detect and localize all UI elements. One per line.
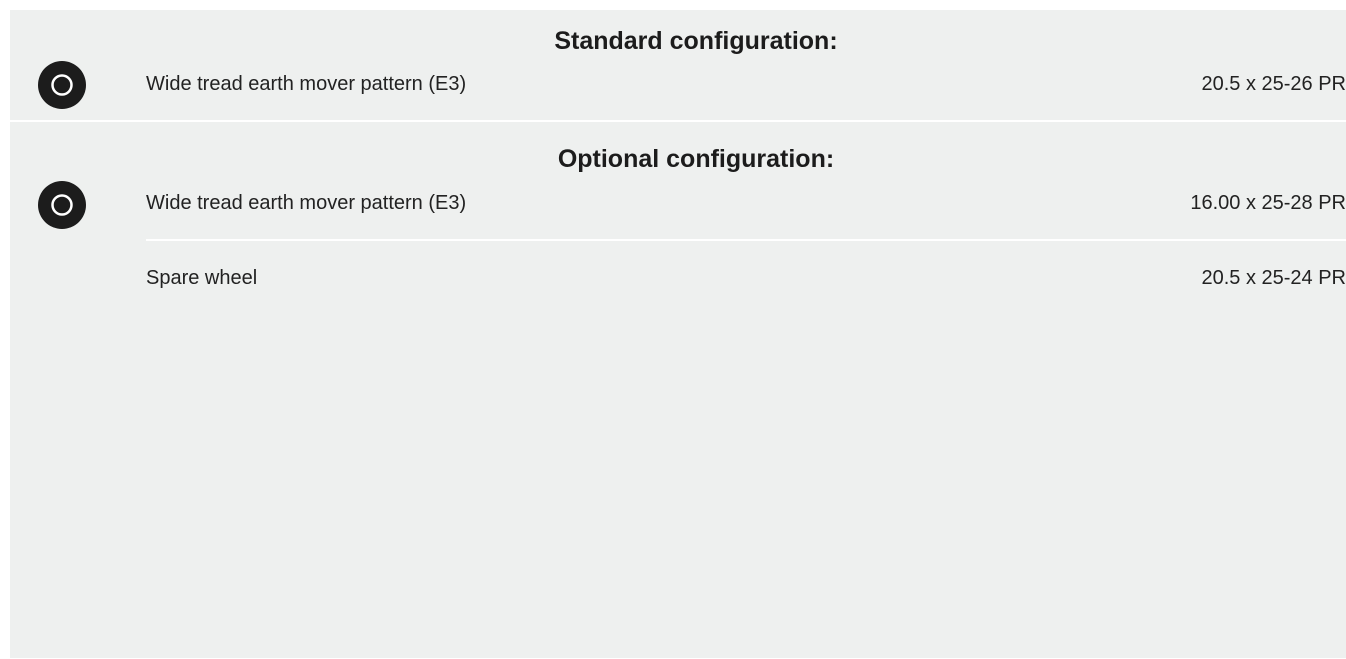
optional-config-heading: Optional configuration: xyxy=(557,145,835,173)
optional-tire-size: 16.00 x 25-28 PR xyxy=(1190,192,1346,214)
section-divider xyxy=(10,120,1346,122)
tire-icon xyxy=(38,181,86,229)
standard-tire-label: Wide tread earth mover pattern (E3) xyxy=(146,73,467,95)
standard-config-heading: Standard configuration: xyxy=(554,27,838,55)
tire-icon xyxy=(38,61,86,109)
tire-config-panel xyxy=(10,10,1346,658)
spare-wheel-label: Spare wheel xyxy=(146,267,258,289)
standard-tire-size: 20.5 x 25-26 PR xyxy=(1201,73,1346,95)
row-divider xyxy=(146,239,1346,241)
spare-wheel-size: 20.5 x 25-24 PR xyxy=(1201,267,1346,289)
optional-tire-label: Wide tread earth mover pattern (E3) xyxy=(146,192,467,214)
